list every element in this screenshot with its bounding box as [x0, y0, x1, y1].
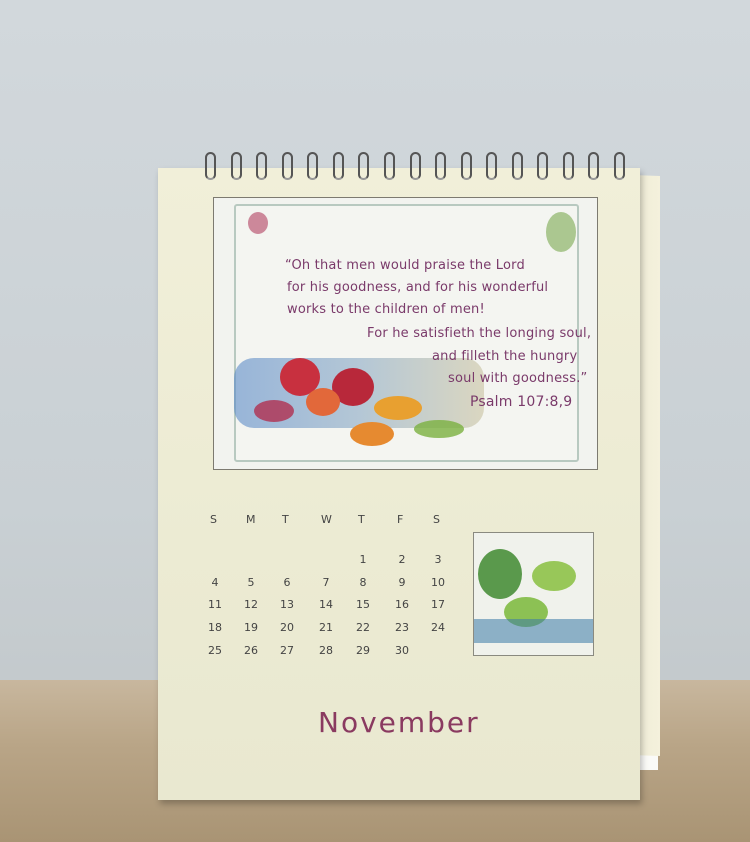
spiral-coil — [562, 152, 574, 180]
day-cell: 23 — [395, 621, 409, 634]
spiral-coil — [307, 152, 319, 180]
spiral-coil — [588, 152, 600, 180]
water-painting — [474, 619, 593, 643]
weekday-label: M — [246, 513, 256, 526]
day-cell: 18 — [208, 621, 222, 634]
day-cell: 14 — [319, 598, 333, 611]
quote-line: soul with goodness.” — [448, 371, 588, 386]
spiral-coil — [332, 152, 344, 180]
green-grapes-painting — [414, 420, 464, 438]
weekday-label: T — [358, 513, 365, 526]
quote-line: For he satisfieth the longing soul, — [367, 326, 592, 341]
leaf-painting — [532, 561, 576, 591]
berries-painting — [248, 212, 268, 234]
day-cell: 16 — [395, 598, 409, 611]
spiral-coil — [486, 152, 498, 180]
spiral-coil — [383, 152, 395, 180]
spiral-coil — [281, 152, 293, 180]
day-cell: 13 — [280, 598, 294, 611]
vine-painting — [546, 212, 576, 252]
leaf-painting — [478, 549, 522, 599]
day-cell: 12 — [244, 598, 258, 611]
day-cell: 25 — [208, 644, 222, 657]
grapes-painting — [254, 400, 294, 422]
leaf-illustration — [473, 532, 594, 656]
day-cell: 20 — [280, 621, 294, 634]
spiral-coil — [614, 152, 625, 180]
spiral-coil — [205, 152, 216, 180]
pear-painting — [374, 396, 422, 420]
day-cell: 1 — [359, 553, 367, 566]
spiral-coil — [409, 152, 421, 180]
day-cell: 2 — [398, 553, 406, 566]
orange-painting — [306, 388, 340, 416]
day-cell: 4 — [211, 576, 219, 589]
spiral-coil — [230, 152, 242, 180]
day-cell: 5 — [247, 576, 255, 589]
quote-line: and filleth the hungry — [432, 349, 578, 364]
quote-line: “Oh that men would praise the Lord — [285, 258, 525, 273]
day-cell: 21 — [319, 621, 333, 634]
verse-reference: Psalm 107:8,9 — [470, 394, 573, 410]
day-cell: 6 — [283, 576, 291, 589]
month-title: November — [318, 706, 480, 739]
quote-line: works to the children of men! — [287, 302, 485, 317]
day-cell: 28 — [319, 644, 333, 657]
spiral-coil — [511, 152, 523, 180]
day-cell: 3 — [434, 553, 442, 566]
pear-painting — [350, 422, 394, 446]
day-cell: 19 — [244, 621, 258, 634]
day-cell: 17 — [431, 598, 445, 611]
spiral-coil — [358, 152, 370, 180]
weekday-label: W — [321, 513, 332, 526]
quote-line: for his goodness, and for his wonderful — [287, 280, 549, 295]
day-cell: 8 — [359, 576, 367, 589]
day-cell: 9 — [398, 576, 406, 589]
weekday-label: S — [433, 513, 440, 526]
weekday-label: S — [210, 513, 217, 526]
spiral-coil — [256, 152, 268, 180]
spiral-coil — [435, 152, 447, 180]
weekday-label: T — [282, 513, 289, 526]
spiral-coil — [537, 152, 549, 180]
day-cell: 27 — [280, 644, 294, 657]
spiral-coil — [460, 152, 472, 180]
day-cell: 22 — [356, 621, 370, 634]
day-cell: 26 — [244, 644, 258, 657]
day-cell: 15 — [356, 598, 370, 611]
day-cell: 7 — [322, 576, 330, 589]
day-cell: 24 — [431, 621, 445, 634]
spiral-binding — [205, 152, 625, 182]
day-cell: 30 — [395, 644, 409, 657]
weekday-label: F — [397, 513, 404, 526]
day-cell: 29 — [356, 644, 370, 657]
day-cell: 11 — [208, 598, 222, 611]
day-cell: 10 — [431, 576, 445, 589]
